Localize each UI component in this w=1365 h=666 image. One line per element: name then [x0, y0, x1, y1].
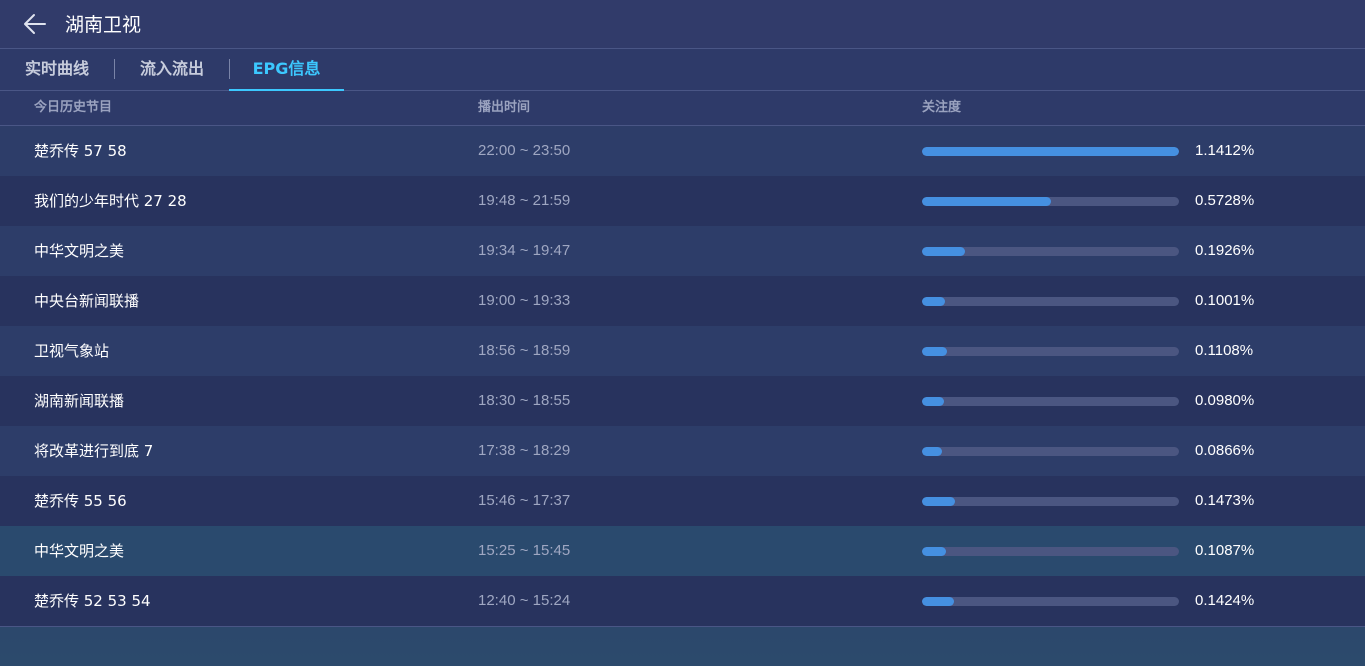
broadcast-time: 12:40 ~ 15:24: [478, 592, 571, 609]
attention-bar: [922, 347, 1179, 356]
attention-bar-fill: [922, 597, 955, 606]
table-row[interactable]: 将改革进行到底 7 17:38 ~ 18:29 0.0866%: [0, 426, 1365, 476]
broadcast-time: 15:25 ~ 15:45: [478, 542, 571, 559]
attention-value: 0.1473%: [1195, 492, 1255, 509]
broadcast-time: 19:48 ~ 21:59: [478, 192, 571, 209]
attention-bar-fill: [922, 197, 1051, 206]
column-header-attention: 关注度: [922, 100, 962, 115]
table-row[interactable]: 中央台新闻联播 19:00 ~ 19:33 0.1001%: [0, 276, 1365, 326]
table-bottom-divider: [0, 626, 1365, 627]
program-name: 中央台新闻联播: [34, 292, 140, 310]
tab-inflow-outflow[interactable]: 流入流出: [140, 49, 204, 90]
attention-bar: [922, 197, 1179, 206]
attention-value: 0.5728%: [1195, 192, 1255, 209]
attention-value: 1.1412%: [1195, 142, 1255, 159]
table-row[interactable]: 楚乔传 57 58 22:00 ~ 23:50 1.1412%: [0, 126, 1365, 176]
attention-value: 0.1087%: [1195, 542, 1255, 559]
attention-bar-fill: [922, 547, 947, 556]
attention-bar-fill: [922, 447, 942, 456]
attention-bar: [922, 597, 1179, 606]
arrow-left-icon[interactable]: [22, 12, 48, 38]
broadcast-time: 19:00 ~ 19:33: [478, 292, 571, 309]
attention-bar-fill: [922, 397, 945, 406]
table-row[interactable]: 楚乔传 55 56 15:46 ~ 17:37 0.1473%: [0, 476, 1365, 526]
program-name: 中华文明之美: [34, 542, 125, 560]
table-row[interactable]: 我们的少年时代 27 28 19:48 ~ 21:59 0.5728%: [0, 176, 1365, 226]
table-row[interactable]: 湖南新闻联播 18:30 ~ 18:55 0.0980%: [0, 376, 1365, 426]
table-row[interactable]: 卫视气象站 18:56 ~ 18:59 0.1108%: [0, 326, 1365, 376]
broadcast-time: 22:00 ~ 23:50: [478, 142, 571, 159]
program-name: 中华文明之美: [34, 242, 125, 260]
broadcast-time: 17:38 ~ 18:29: [478, 442, 571, 459]
attention-bar-fill: [922, 247, 966, 256]
attention-bar: [922, 147, 1179, 156]
attention-value: 0.0866%: [1195, 442, 1255, 459]
table-body: 楚乔传 57 58 22:00 ~ 23:50 1.1412% 我们的少年时代 27 …: [0, 126, 1365, 626]
attention-bar-fill: [922, 147, 1179, 156]
table-row[interactable]: 楚乔传 52 53 54 12:40 ~ 15:24 0.1424%: [0, 576, 1365, 626]
attention-bar: [922, 247, 1179, 256]
attention-bar: [922, 397, 1179, 406]
column-header-time: 播出时间: [478, 100, 531, 115]
page-title: 湖南卫视: [65, 14, 142, 36]
attention-value: 0.1001%: [1195, 292, 1255, 309]
program-name: 湖南新闻联播: [34, 392, 125, 410]
program-name: 将改革进行到底 7: [34, 442, 154, 460]
attention-bar-fill: [922, 297, 945, 306]
broadcast-time: 18:30 ~ 18:55: [478, 392, 571, 409]
program-name: 楚乔传 55 56: [34, 492, 127, 510]
attention-value: 0.1108%: [1195, 342, 1254, 359]
table-row[interactable]: 中华文明之美 19:34 ~ 19:47 0.1926%: [0, 226, 1365, 276]
attention-value: 0.0980%: [1195, 392, 1255, 409]
broadcast-time: 19:34 ~ 19:47: [478, 242, 571, 259]
attention-bar: [922, 497, 1179, 506]
program-name: 楚乔传 57 58: [34, 142, 127, 160]
tab-bar: 实时曲线 流入流出 EPG信息: [0, 49, 1365, 91]
tab-divider: [114, 59, 115, 79]
broadcast-time: 18:56 ~ 18:59: [478, 342, 571, 359]
column-header-program: 今日历史节目: [34, 100, 113, 115]
tab-realtime-curve[interactable]: 实时曲线: [25, 49, 89, 90]
attention-value: 0.1424%: [1195, 592, 1255, 609]
attention-bar: [922, 297, 1179, 306]
top-bar: 湖南卫视: [0, 0, 1365, 49]
attention-bar-fill: [922, 497, 956, 506]
attention-bar: [922, 447, 1179, 456]
program-name: 卫视气象站: [34, 342, 110, 360]
attention-bar-fill: [922, 347, 947, 356]
program-name: 楚乔传 52 53 54: [34, 592, 151, 610]
attention-bar: [922, 547, 1179, 556]
epg-table: 今日历史节目 播出时间 关注度 楚乔传 57 58 22:00 ~ 23:50 1.…: [0, 91, 1365, 627]
program-name: 我们的少年时代 27 28: [34, 192, 187, 210]
table-header: 今日历史节目 播出时间 关注度: [0, 91, 1365, 126]
broadcast-time: 15:46 ~ 17:37: [478, 492, 571, 509]
attention-value: 0.1926%: [1195, 242, 1255, 259]
table-row[interactable]: 中华文明之美 15:25 ~ 15:45 0.1087%: [0, 526, 1365, 576]
tab-epg-info[interactable]: EPG信息: [229, 49, 344, 91]
